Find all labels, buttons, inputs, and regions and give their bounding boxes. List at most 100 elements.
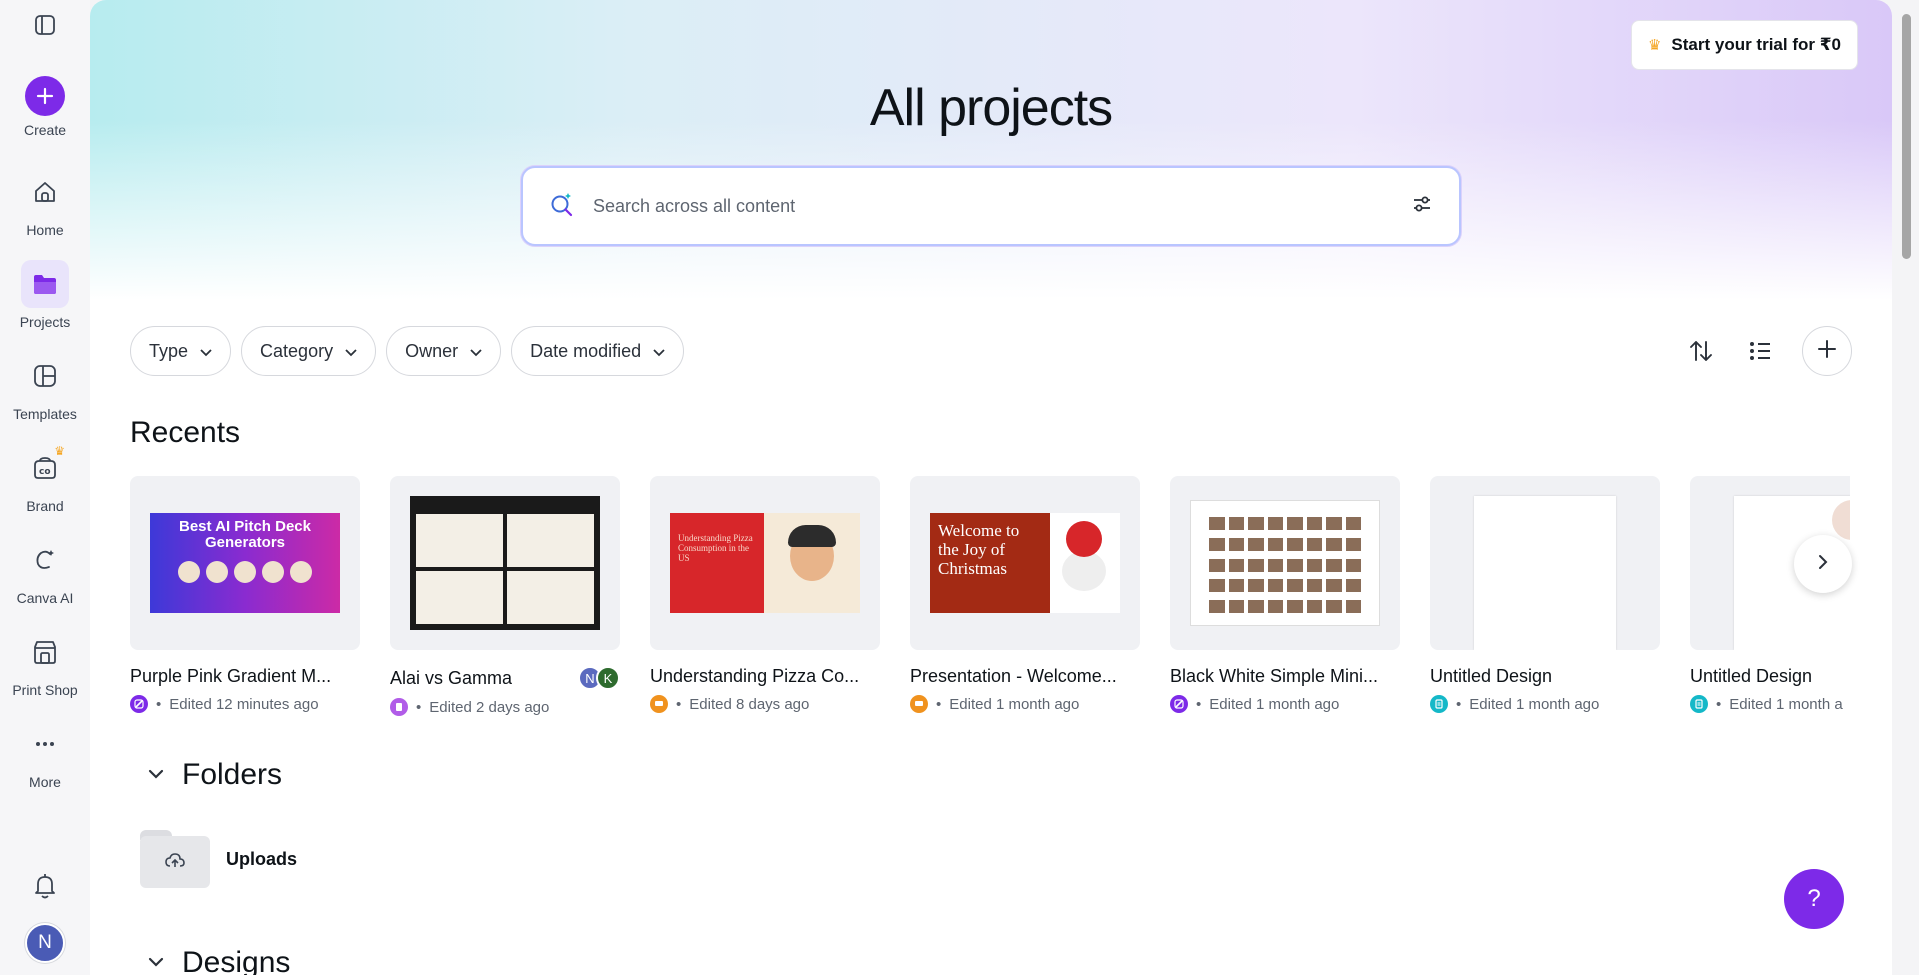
- recent-card[interactable]: Untitled Design • Edited 1 month ago: [1430, 476, 1660, 716]
- avatar[interactable]: N: [25, 923, 65, 963]
- sidebar-item-label: Print Shop: [12, 682, 78, 698]
- trial-label: Start your trial for ₹0: [1671, 35, 1841, 54]
- sidebar-item-brand[interactable]: ♛ co Brand: [7, 444, 83, 514]
- sidebar-item-projects[interactable]: Projects: [7, 260, 83, 330]
- recent-card[interactable]: Best AI Pitch Deck Generators Purple Pin…: [130, 476, 360, 716]
- add-new-button[interactable]: [1802, 326, 1852, 376]
- crown-icon: ♛: [1647, 37, 1662, 54]
- svg-text:co: co: [39, 467, 51, 477]
- carousel-next-button[interactable]: [1794, 535, 1852, 593]
- create-label: Create: [23, 122, 67, 138]
- filter-owner[interactable]: Owner: [386, 326, 502, 376]
- card-meta: • Edited 1 month ago: [1170, 695, 1400, 713]
- chevron-down-icon: [148, 954, 164, 972]
- search-bar[interactable]: Search across all content: [521, 166, 1461, 246]
- thumbnail-art: [1190, 500, 1380, 626]
- thumbnail-text: Understanding Pizza Consumption in the U…: [678, 533, 753, 563]
- thumbnail-art: [410, 496, 600, 630]
- avatar: K: [596, 666, 620, 690]
- notifications-bell-icon[interactable]: [26, 867, 64, 905]
- filter-bar: Type Category Owner Date modified: [130, 326, 685, 376]
- sidebar-item-label: Projects: [19, 314, 71, 330]
- design-thumbnail[interactable]: [1430, 476, 1660, 650]
- designs-title: Designs: [182, 946, 291, 975]
- recents-title: Recents: [130, 416, 241, 449]
- folder-label: Uploads: [226, 848, 298, 869]
- filter-type[interactable]: Type: [130, 326, 232, 376]
- sidebar-item-print-shop[interactable]: Print Shop: [7, 628, 83, 698]
- thumbnail-art: Understanding Pizza Consumption in the U…: [670, 513, 860, 613]
- presentation-type-icon: [910, 695, 928, 713]
- crown-icon: ♛: [54, 444, 65, 458]
- card-meta: • Edited 2 days ago: [390, 698, 620, 716]
- edited-time: Edited 1 month ago: [949, 695, 1080, 713]
- print-shop-icon: [21, 628, 69, 676]
- recent-card[interactable]: Black White Simple Mini... • Edited 1 mo…: [1170, 476, 1400, 716]
- recent-card[interactable]: Untitled Design • Edited 1 month a: [1690, 476, 1850, 716]
- filter-category[interactable]: Category: [241, 326, 377, 376]
- whiteboard-type-icon: [1170, 695, 1188, 713]
- edited-time: Edited 2 days ago: [429, 698, 550, 716]
- card-title[interactable]: Untitled Design: [1690, 666, 1850, 687]
- sidebar-item-label: Canva AI: [16, 590, 74, 606]
- list-view-icon[interactable]: [1742, 332, 1780, 370]
- chevron-down-icon: [345, 341, 357, 362]
- edited-time: Edited 1 month ago: [1209, 695, 1340, 713]
- sidebar-item-more[interactable]: More: [7, 720, 83, 790]
- scrollbar-thumb[interactable]: [1902, 14, 1911, 259]
- page-title: All projects: [869, 79, 1113, 137]
- edited-time: Edited 8 days ago: [689, 695, 810, 713]
- sidebar-item-templates[interactable]: Templates: [7, 352, 83, 422]
- design-thumbnail[interactable]: Best AI Pitch Deck Generators: [130, 476, 360, 650]
- card-meta: • Edited 1 month ago: [910, 695, 1140, 713]
- thumbnail-art: [1474, 496, 1616, 650]
- sidebar-item-label: Brand: [26, 498, 64, 514]
- sidebar-toggle-icon[interactable]: [32, 12, 58, 38]
- card-meta: • Edited 12 minutes ago: [130, 695, 360, 713]
- filter-date-modified[interactable]: Date modified: [511, 326, 685, 376]
- folder-icon: [21, 260, 69, 308]
- presentation-type-icon: [650, 695, 668, 713]
- more-icon: [21, 720, 69, 768]
- card-title[interactable]: Black White Simple Mini...: [1170, 666, 1400, 687]
- sort-icon[interactable]: [1682, 332, 1720, 370]
- search-input[interactable]: Search across all content: [593, 196, 1411, 217]
- filter-label: Category: [260, 340, 334, 361]
- recents-carousel: Best AI Pitch Deck Generators Purple Pin…: [130, 476, 1850, 716]
- create-button[interactable]: Create: [7, 38, 83, 138]
- home-icon: [21, 168, 69, 216]
- magic-search-icon: [549, 191, 575, 222]
- thumbnail-art: Welcome to the Joy of Christmas: [930, 513, 1120, 613]
- design-thumbnail[interactable]: [1170, 476, 1400, 650]
- chevron-down-icon: [653, 341, 665, 362]
- help-button[interactable]: ?: [1784, 869, 1844, 929]
- cloud-upload-icon: [164, 851, 186, 874]
- folders-title: Folders: [182, 758, 283, 791]
- start-trial-button[interactable]: ♛ Start your trial for ₹0: [1630, 20, 1858, 70]
- collaborators: N K: [578, 666, 620, 690]
- filter-label: Type: [149, 340, 189, 361]
- sidebar-item-home[interactable]: Home: [7, 168, 83, 238]
- folder-item-uploads[interactable]: Uploads: [140, 830, 297, 888]
- recent-card[interactable]: Welcome to the Joy of Christmas Presenta…: [910, 476, 1140, 716]
- card-title[interactable]: Purple Pink Gradient M...: [130, 666, 360, 687]
- design-thumbnail[interactable]: Understanding Pizza Consumption in the U…: [650, 476, 880, 650]
- folders-section-header[interactable]: Folders: [148, 758, 282, 792]
- filter-settings-icon[interactable]: [1411, 193, 1433, 220]
- card-title[interactable]: Understanding Pizza Co...: [650, 666, 880, 687]
- designs-section-header[interactable]: Designs: [148, 946, 290, 975]
- recent-card[interactable]: Understanding Pizza Consumption in the U…: [650, 476, 880, 716]
- design-thumbnail[interactable]: [390, 476, 620, 650]
- hero-banner: [90, 0, 1892, 300]
- recent-card[interactable]: Alai vs Gamma N K • Edited 2 days ago: [390, 476, 620, 716]
- design-thumbnail[interactable]: Welcome to the Joy of Christmas: [910, 476, 1140, 650]
- card-title[interactable]: Untitled Design: [1430, 666, 1660, 687]
- canva-ai-icon: [21, 536, 69, 584]
- edited-time: Edited 12 minutes ago: [169, 695, 319, 713]
- sidebar-item-canva-ai[interactable]: Canva AI: [7, 536, 83, 606]
- card-title[interactable]: Presentation - Welcome...: [910, 666, 1140, 687]
- chevron-right-icon: [1817, 553, 1829, 576]
- filter-label: Owner: [405, 340, 459, 361]
- scrollbar[interactable]: [1892, 0, 1919, 975]
- card-title[interactable]: Alai vs Gamma: [390, 668, 512, 689]
